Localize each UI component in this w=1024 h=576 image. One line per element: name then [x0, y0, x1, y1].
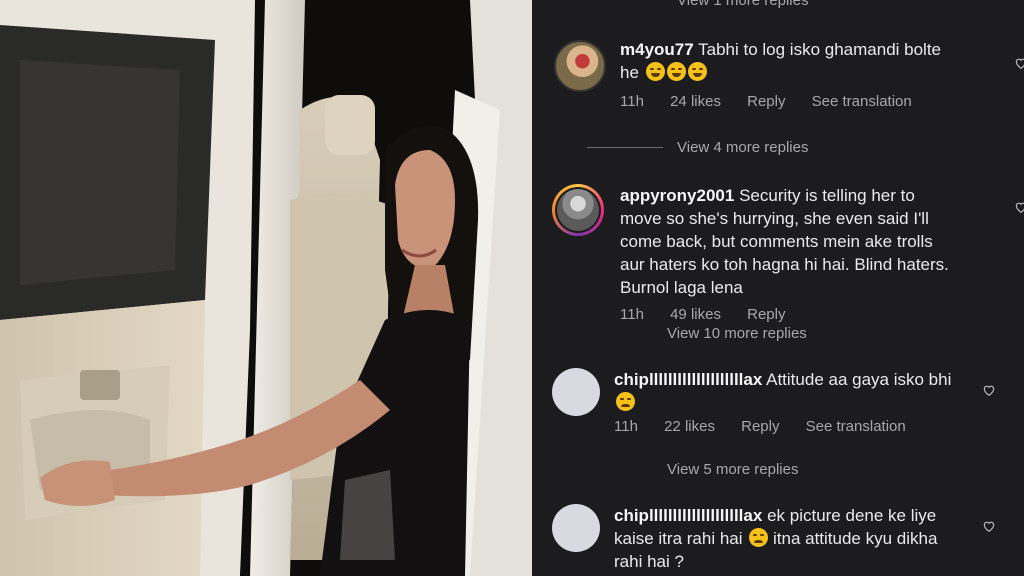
comment-body: Security is telling her to: [739, 186, 915, 205]
car-scene-image: [0, 0, 532, 576]
comment-text: appyrony2001 Security is telling her to …: [620, 184, 1010, 299]
comment-username[interactable]: m4you77: [620, 40, 694, 59]
view-more-label: View 10 more replies: [667, 325, 807, 342]
avatar[interactable]: [554, 40, 606, 92]
reply-button[interactable]: Reply: [747, 93, 785, 110]
comment-body-line: move so she's hurrying, she even said I'…: [620, 209, 929, 228]
heart-outline-icon[interactable]: [1014, 200, 1024, 214]
comments-panel: View 1 more replies m4you77 Tabhi to log…: [532, 0, 1024, 576]
avatar: [557, 189, 599, 231]
comment-body: ek picture dene ke liye: [767, 506, 937, 525]
comment-username[interactable]: chipllllllllllllllllllllax: [614, 370, 762, 389]
see-translation-button[interactable]: See translation: [812, 93, 912, 110]
avatar[interactable]: [552, 504, 600, 552]
comment-body: Attitude aa gaya isko bhi: [766, 370, 952, 389]
view-more-label: View 1 more replies: [677, 0, 809, 9]
divider: [587, 147, 663, 148]
comment-body-line: aur haters ko toh hagna hi hai. Blind ha…: [620, 255, 949, 274]
comment-text: chipllllllllllllllllllllax Attitude aa g…: [614, 368, 994, 414]
tears-of-joy-emoji: [687, 62, 707, 81]
tears-of-joy-emoji: [666, 62, 686, 81]
comment-username[interactable]: appyrony2001: [620, 186, 734, 205]
comment-body-line: kaise itra rahi hai: [614, 529, 743, 548]
comment-time: 11h: [614, 418, 638, 435]
reply-button[interactable]: Reply: [741, 418, 779, 435]
view-more-replies[interactable]: View 4 more replies: [587, 139, 808, 156]
comment-meta: 11h 24 likes Reply See translation: [620, 93, 934, 110]
avatar[interactable]: [552, 368, 600, 416]
comment-likes[interactable]: 24 likes: [670, 93, 721, 110]
comment-body-line: Burnol laga lena: [620, 278, 743, 297]
crying-emoji: [749, 528, 769, 547]
view-more-replies[interactable]: View 5 more replies: [667, 461, 798, 478]
view-more-replies-top[interactable]: View 1 more replies: [677, 0, 808, 9]
reply-button[interactable]: Reply: [747, 306, 785, 323]
video-frame-photo: [0, 0, 532, 576]
tears-of-joy-emoji: [645, 62, 665, 81]
heart-outline-icon[interactable]: [1014, 56, 1024, 70]
view-more-label: View 4 more replies: [677, 139, 809, 156]
comment-time: 11h: [620, 93, 644, 110]
comment-body: Tabhi to log isko ghamandi bolte: [698, 40, 942, 59]
comment-likes[interactable]: 22 likes: [664, 418, 715, 435]
heart-outline-icon[interactable]: [982, 519, 996, 533]
comment-body-line: itna attitude kyu dikha: [772, 529, 938, 548]
comment-body-line2: he: [620, 63, 639, 82]
view-more-label: View 5 more replies: [667, 461, 799, 478]
see-translation-button[interactable]: See translation: [806, 418, 906, 435]
view-more-replies[interactable]: View 10 more replies: [667, 325, 807, 342]
comment-body-line: rahi hai ?: [614, 552, 684, 571]
comment-time: 11h: [620, 306, 644, 323]
comment-body-line: come back, but comments mein ake trolls: [620, 232, 933, 251]
comment-meta: 11h 22 likes Reply See translation: [614, 418, 928, 435]
comment-likes[interactable]: 49 likes: [670, 306, 721, 323]
comment-text: chipllllllllllllllllllllax ek picture de…: [614, 504, 994, 573]
avatar-story-ring[interactable]: [552, 184, 604, 236]
crying-emoji: [616, 392, 635, 411]
comment-meta: 11h 49 likes Reply: [620, 306, 807, 323]
comment-text: m4you77 Tabhi to log isko ghamandi bolte…: [620, 38, 1000, 84]
comment-username[interactable]: chipllllllllllllllllllllax: [614, 506, 762, 525]
heart-outline-icon[interactable]: [982, 383, 996, 397]
